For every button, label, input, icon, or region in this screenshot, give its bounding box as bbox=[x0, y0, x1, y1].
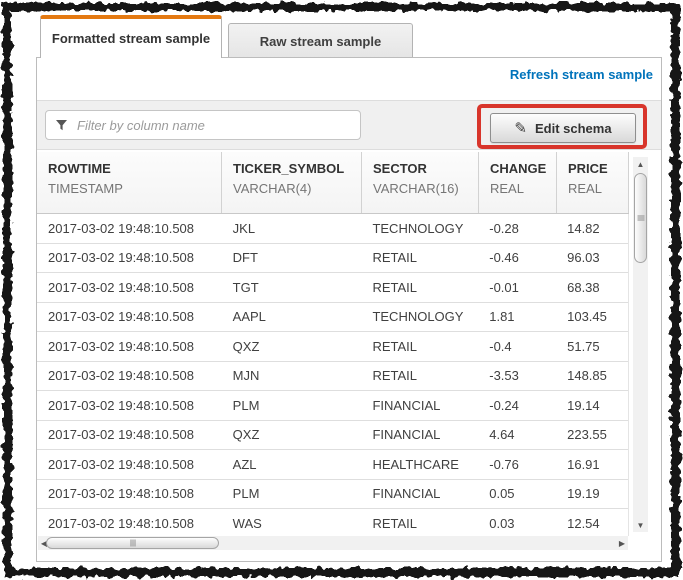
table-cell: -3.53 bbox=[478, 368, 556, 383]
table-row: 2017-03-02 19:48:10.508QXZFINANCIAL4.642… bbox=[37, 421, 628, 451]
tab-formatted-stream-sample[interactable]: Formatted stream sample bbox=[40, 15, 222, 58]
table-cell: 2017-03-02 19:48:10.508 bbox=[37, 457, 222, 472]
table-cell: FINANCIAL bbox=[361, 427, 478, 442]
table-cell: QXZ bbox=[222, 427, 362, 442]
table-cell: 2017-03-02 19:48:10.508 bbox=[37, 309, 222, 324]
edit-schema-label: Edit schema bbox=[535, 121, 612, 136]
vertical-scrollbar[interactable]: ▲ ▼ bbox=[633, 157, 648, 532]
table-cell: TECHNOLOGY bbox=[361, 221, 478, 236]
filter-by-column-input[interactable] bbox=[75, 117, 350, 134]
table-row: 2017-03-02 19:48:10.508PLMFINANCIAL-0.24… bbox=[37, 391, 628, 421]
refresh-stream-sample-link[interactable]: Refresh stream sample bbox=[510, 67, 653, 82]
horizontal-scrollbar[interactable]: ◀ ▶ bbox=[38, 536, 628, 550]
table-cell: 2017-03-02 19:48:10.508 bbox=[37, 427, 222, 442]
table-cell: -0.24 bbox=[478, 398, 556, 413]
table-cell: AZL bbox=[222, 457, 362, 472]
table-row: 2017-03-02 19:48:10.508AAPLTECHNOLOGY1.8… bbox=[37, 303, 628, 333]
column-header-rowtime: ROWTIMETIMESTAMP bbox=[37, 152, 222, 213]
column-header-price: PRICEREAL bbox=[557, 152, 629, 213]
table-cell: 2017-03-02 19:48:10.508 bbox=[37, 516, 222, 531]
table-cell: 19.19 bbox=[556, 486, 628, 501]
table-cell: RETAIL bbox=[361, 280, 478, 295]
table-row: 2017-03-02 19:48:10.508DFTRETAIL-0.4696.… bbox=[37, 244, 628, 274]
table-cell: FINANCIAL bbox=[361, 486, 478, 501]
table-cell: MJN bbox=[222, 368, 362, 383]
table-row: 2017-03-02 19:48:10.508JKLTECHNOLOGY-0.2… bbox=[37, 214, 628, 244]
filter-funnel-icon bbox=[56, 120, 67, 131]
table-cell: 51.75 bbox=[556, 339, 628, 354]
horizontal-scrollbar-thumb[interactable] bbox=[46, 537, 219, 549]
table-row: 2017-03-02 19:48:10.508MJNRETAIL-3.53148… bbox=[37, 362, 628, 392]
scroll-down-arrow-icon[interactable]: ▼ bbox=[633, 519, 648, 531]
edit-schema-button[interactable]: ✎ Edit schema bbox=[490, 113, 636, 143]
table-cell: 96.03 bbox=[556, 250, 628, 265]
table-cell: 2017-03-02 19:48:10.508 bbox=[37, 486, 222, 501]
scroll-up-arrow-icon[interactable]: ▲ bbox=[633, 158, 648, 170]
scrollbar-grip bbox=[130, 540, 135, 547]
table-cell: PLM bbox=[222, 398, 362, 413]
table-cell: HEALTHCARE bbox=[361, 457, 478, 472]
scrollbar-grip bbox=[637, 216, 644, 221]
table-body: 2017-03-02 19:48:10.508JKLTECHNOLOGY-0.2… bbox=[37, 214, 629, 536]
table-cell: 0.05 bbox=[478, 486, 556, 501]
tab-raw-stream-sample[interactable]: Raw stream sample bbox=[228, 23, 413, 58]
table-cell: 19.14 bbox=[556, 398, 628, 413]
table-row: 2017-03-02 19:48:10.508WASRETAIL0.0312.5… bbox=[37, 509, 628, 536]
filter-input-box bbox=[45, 110, 361, 140]
tab-label: Formatted stream sample bbox=[52, 31, 210, 46]
table-cell: RETAIL bbox=[361, 250, 478, 265]
table-cell: QXZ bbox=[222, 339, 362, 354]
table-cell: -0.28 bbox=[478, 221, 556, 236]
table-cell: 2017-03-02 19:48:10.508 bbox=[37, 339, 222, 354]
table-row: 2017-03-02 19:48:10.508AZLHEALTHCARE-0.7… bbox=[37, 450, 628, 480]
table-cell: 2017-03-02 19:48:10.508 bbox=[37, 250, 222, 265]
table-cell: 2017-03-02 19:48:10.508 bbox=[37, 368, 222, 383]
table-cell: 103.45 bbox=[556, 309, 628, 324]
table-cell: 2017-03-02 19:48:10.508 bbox=[37, 398, 222, 413]
table-cell: -0.76 bbox=[478, 457, 556, 472]
table-cell: 148.85 bbox=[556, 368, 628, 383]
table-header-row: ROWTIMETIMESTAMPTICKER_SYMBOLVARCHAR(4)S… bbox=[37, 152, 629, 214]
table-cell: RETAIL bbox=[361, 368, 478, 383]
table-cell: RETAIL bbox=[361, 339, 478, 354]
column-header-change: CHANGEREAL bbox=[479, 152, 557, 213]
scroll-right-arrow-icon[interactable]: ▶ bbox=[616, 536, 628, 550]
table-cell: FINANCIAL bbox=[361, 398, 478, 413]
screenshot-stage: Formatted stream sample Raw stream sampl… bbox=[0, 0, 683, 580]
table-cell: -0.46 bbox=[478, 250, 556, 265]
table-cell: 1.81 bbox=[478, 309, 556, 324]
table-cell: 2017-03-02 19:48:10.508 bbox=[37, 280, 222, 295]
table-cell: 16.91 bbox=[556, 457, 628, 472]
table-cell: -0.01 bbox=[478, 280, 556, 295]
table-cell: -0.4 bbox=[478, 339, 556, 354]
table-cell: TGT bbox=[222, 280, 362, 295]
vertical-scrollbar-thumb[interactable] bbox=[634, 173, 647, 263]
table-cell: 12.54 bbox=[556, 516, 628, 531]
column-header-sector: SECTORVARCHAR(16) bbox=[362, 152, 479, 213]
table-cell: WAS bbox=[222, 516, 362, 531]
table-row: 2017-03-02 19:48:10.508PLMFINANCIAL0.051… bbox=[37, 480, 628, 510]
table-cell: 0.03 bbox=[478, 516, 556, 531]
table-cell: 68.38 bbox=[556, 280, 628, 295]
table-cell: 4.64 bbox=[478, 427, 556, 442]
column-header-ticker_symbol: TICKER_SYMBOLVARCHAR(4) bbox=[222, 152, 362, 213]
stream-sample-panel: Refresh stream sample ✎ Edit schema ROWT… bbox=[36, 57, 662, 562]
table-row: 2017-03-02 19:48:10.508QXZRETAIL-0.451.7… bbox=[37, 332, 628, 362]
table-cell: PLM bbox=[222, 486, 362, 501]
table-cell: RETAIL bbox=[361, 516, 478, 531]
tab-label: Raw stream sample bbox=[260, 34, 381, 49]
pencil-icon: ✎ bbox=[514, 121, 527, 136]
table-cell: DFT bbox=[222, 250, 362, 265]
table-toolbar: ✎ Edit schema bbox=[37, 100, 661, 150]
table-cell: 14.82 bbox=[556, 221, 628, 236]
table-cell: 2017-03-02 19:48:10.508 bbox=[37, 221, 222, 236]
table-cell: AAPL bbox=[222, 309, 362, 324]
table-cell: JKL bbox=[222, 221, 362, 236]
table-row: 2017-03-02 19:48:10.508TGTRETAIL-0.0168.… bbox=[37, 273, 628, 303]
table-cell: TECHNOLOGY bbox=[361, 309, 478, 324]
table-cell: 223.55 bbox=[556, 427, 628, 442]
